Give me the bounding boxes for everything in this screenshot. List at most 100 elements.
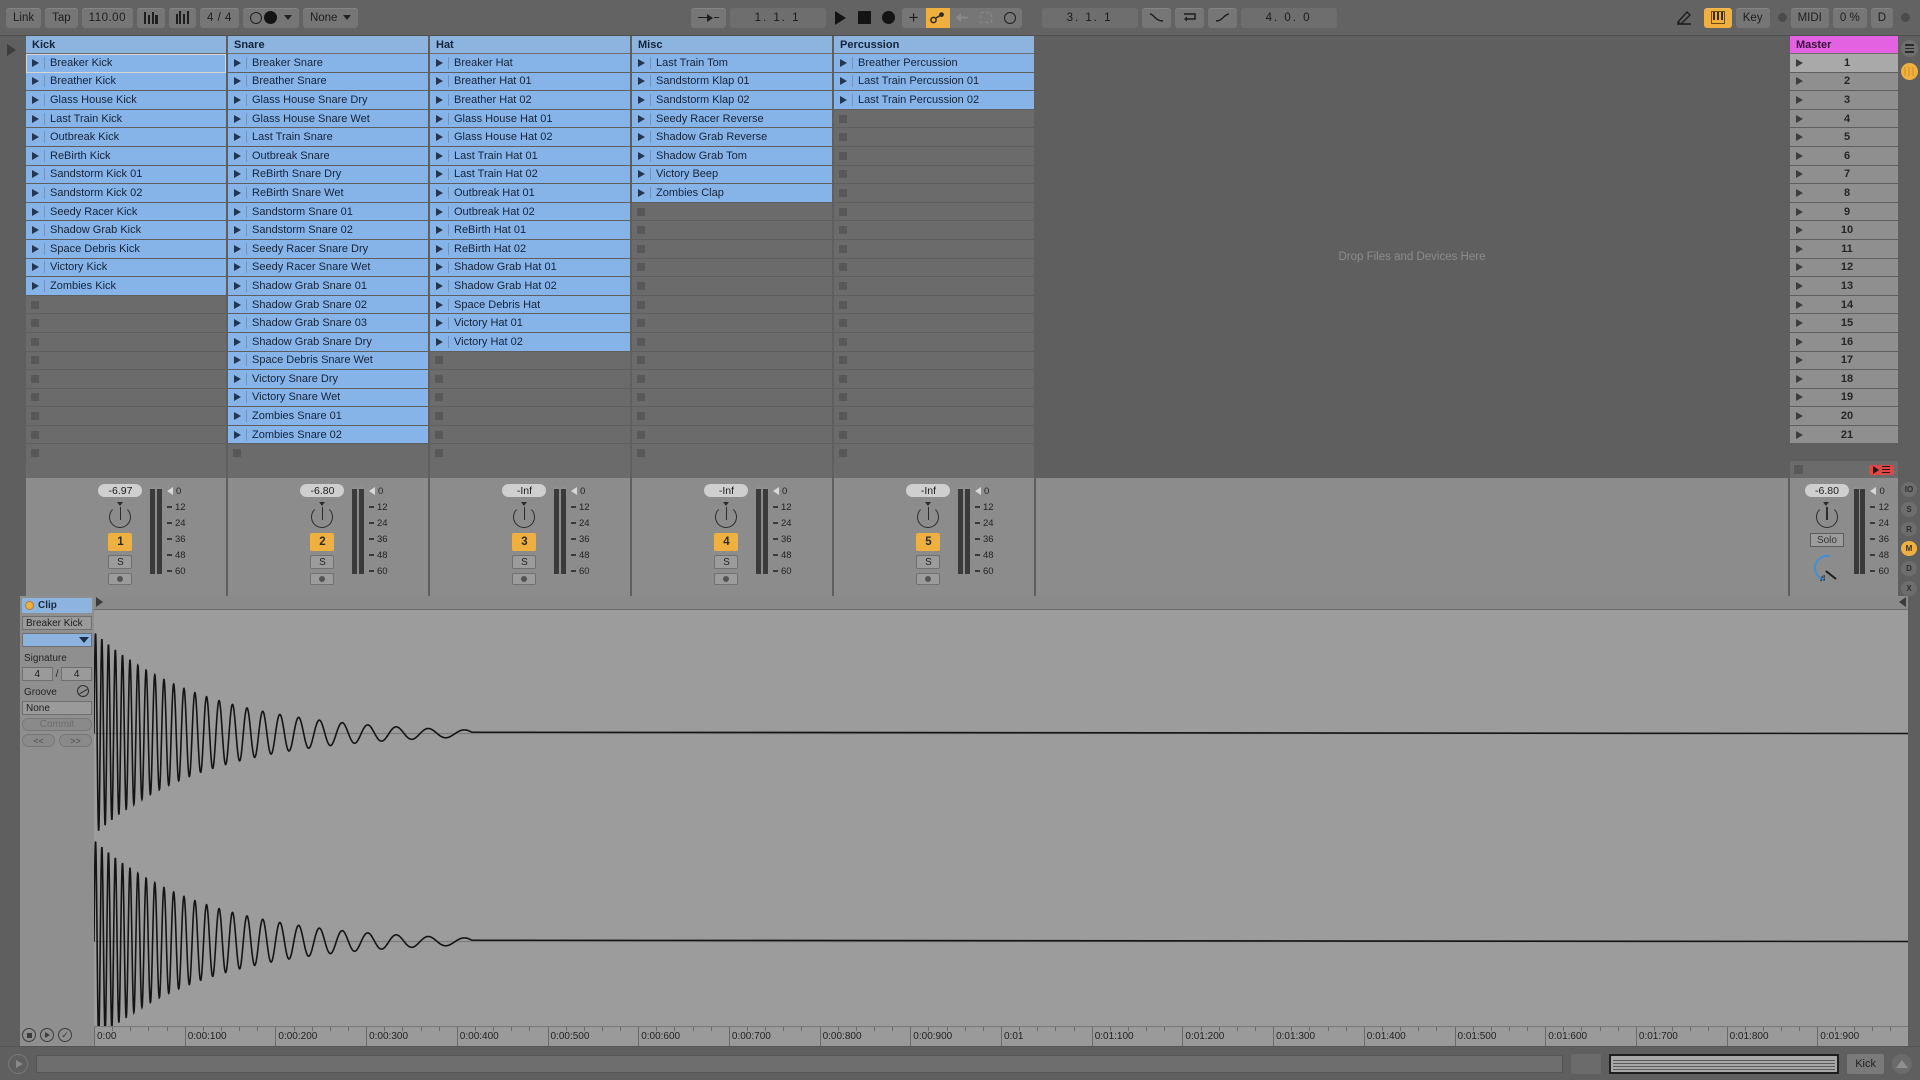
- track-pan-knob[interactable]: [915, 502, 941, 529]
- clip-slot[interactable]: Sandstorm Kick 02: [26, 184, 226, 203]
- clip-stop-icon[interactable]: [632, 296, 650, 314]
- stop-icon[interactable]: [854, 8, 876, 28]
- empty-clip-slot[interactable]: [834, 351, 1034, 371]
- arm-record-button[interactable]: [714, 573, 739, 585]
- clip-play-icon[interactable]: [228, 407, 246, 425]
- clip-panel-header[interactable]: Clip: [22, 598, 92, 613]
- record-icon[interactable]: [878, 8, 900, 28]
- pencil-icon[interactable]: [1669, 8, 1700, 28]
- clip-stop-icon[interactable]: [26, 426, 44, 444]
- waveform-markers-bar[interactable]: [94, 596, 1908, 610]
- track-activator-button[interactable]: 1: [108, 533, 133, 551]
- track-name-kick[interactable]: Kick: [26, 36, 226, 54]
- arrangement-overview[interactable]: [1609, 1053, 1840, 1074]
- clip-play-icon[interactable]: [430, 146, 448, 165]
- clip-slot[interactable]: Seedy Racer Snare Dry: [228, 239, 428, 259]
- clip-play-icon[interactable]: [228, 146, 246, 165]
- mixer-sections-icon[interactable]: [1900, 40, 1918, 57]
- fade-in-icon[interactable]: [1141, 7, 1171, 28]
- clip-slot[interactable]: Shadow Grab Hat 01: [430, 258, 630, 278]
- clip-stop-icon[interactable]: [632, 259, 650, 277]
- signature-denominator[interactable]: 4: [61, 667, 92, 681]
- clip-stop-icon[interactable]: [26, 296, 44, 314]
- tap-tempo-button[interactable]: Tap: [45, 7, 78, 28]
- clip-play-icon[interactable]: [228, 54, 246, 72]
- clip-slot[interactable]: Victory Snare Dry: [228, 370, 428, 389]
- clip-stop-icon[interactable]: [834, 333, 852, 351]
- clip-play-icon[interactable]: [430, 128, 448, 146]
- in-out-icon[interactable]: IO: [1901, 482, 1917, 497]
- clip-slot[interactable]: Shadow Grab Tom: [632, 146, 832, 166]
- clip-play-icon[interactable]: [632, 165, 650, 184]
- empty-clip-slot[interactable]: [632, 351, 832, 371]
- clip-stop-icon[interactable]: [834, 444, 852, 461]
- clip-slot[interactable]: Sandstorm Snare 01: [228, 202, 428, 222]
- empty-clip-slot[interactable]: [26, 314, 226, 333]
- clip-stop-icon[interactable]: [632, 352, 650, 370]
- arm-record-button[interactable]: [512, 573, 537, 585]
- clip-play-icon[interactable]: [26, 91, 44, 109]
- track-pan-knob[interactable]: [309, 502, 335, 529]
- empty-clip-slot[interactable]: [834, 258, 1034, 278]
- clip-stop-icon[interactable]: [834, 240, 852, 258]
- clip-slot[interactable]: Seedy Racer Kick: [26, 202, 226, 222]
- expand-up-icon[interactable]: [1892, 1053, 1912, 1074]
- clip-slot[interactable]: Zombies Snare 02: [228, 425, 428, 445]
- empty-clip-slot[interactable]: [834, 239, 1034, 259]
- arm-record-button[interactable]: [108, 573, 133, 585]
- clip-play-icon[interactable]: [430, 239, 448, 258]
- clip-play-icon[interactable]: [834, 54, 852, 72]
- clip-play-icon[interactable]: [228, 221, 246, 239]
- scene-launch-icon[interactable]: [1790, 393, 1808, 402]
- clip-slot[interactable]: Sandstorm Klap 02: [632, 91, 832, 110]
- clip-slot[interactable]: Zombies Snare 01: [228, 407, 428, 426]
- clip-slot[interactable]: ReBirth Snare Dry: [228, 165, 428, 185]
- track-activator-button[interactable]: 3: [512, 533, 537, 551]
- track-pan-knob[interactable]: [713, 502, 739, 529]
- clip-play-icon[interactable]: [430, 221, 448, 239]
- clip-slot[interactable]: Outbreak Hat 02: [430, 202, 630, 222]
- scene-launch-icon[interactable]: [1790, 412, 1808, 421]
- clip-play-icon[interactable]: [26, 165, 44, 184]
- scene-row[interactable]: 19: [1790, 388, 1898, 408]
- clip-stop-icon[interactable]: [632, 333, 650, 351]
- scene-launch-icon[interactable]: [1790, 226, 1808, 235]
- clip-slot[interactable]: Shadow Grab Snare 02: [228, 295, 428, 315]
- scene-row[interactable]: 13: [1790, 277, 1898, 296]
- solo-button[interactable]: S: [512, 555, 537, 569]
- clip-play-icon[interactable]: [228, 72, 246, 91]
- empty-clip-slot[interactable]: [632, 295, 832, 315]
- clip-slot[interactable]: Shadow Grab Snare 01: [228, 277, 428, 296]
- groove-pool-icon[interactable]: [77, 685, 89, 697]
- midi-arm-icon[interactable]: [998, 8, 1022, 28]
- clip-slot[interactable]: Breather Hat 02: [430, 91, 630, 110]
- crossfade-toggle-icon[interactable]: X: [1901, 581, 1917, 596]
- clip-play-icon[interactable]: [26, 54, 44, 72]
- clip-slot[interactable]: Sandstorm Kick 01: [26, 165, 226, 185]
- clip-play-icon[interactable]: [26, 258, 44, 277]
- help-view-icon[interactable]: [8, 1053, 28, 1074]
- clip-stop-icon[interactable]: [430, 444, 448, 461]
- fade-out-icon[interactable]: [1207, 7, 1237, 28]
- clip-stop-icon[interactable]: [632, 277, 650, 295]
- track-volume-value[interactable]: -Inf: [906, 484, 951, 497]
- empty-clip-slot[interactable]: [430, 351, 630, 371]
- link-button[interactable]: Link: [6, 7, 42, 28]
- clip-stop-icon[interactable]: [834, 203, 852, 221]
- empty-clip-slot[interactable]: [834, 128, 1034, 147]
- clip-stop-icon[interactable]: [430, 370, 448, 388]
- sends-icon[interactable]: S: [1901, 501, 1917, 517]
- clip-play-icon[interactable]: [430, 109, 448, 128]
- clip-slot[interactable]: Breather Hat 01: [430, 72, 630, 92]
- empty-clip-slot[interactable]: [834, 332, 1034, 352]
- empty-clip-slot[interactable]: [430, 388, 630, 408]
- clip-slot[interactable]: Zombies Kick: [26, 277, 226, 296]
- clip-slot[interactable]: Outbreak Snare: [228, 146, 428, 166]
- empty-clip-slot[interactable]: [632, 239, 832, 259]
- loop-end-marker-icon[interactable]: [1899, 597, 1906, 607]
- track-name-percussion[interactable]: Percussion: [834, 36, 1034, 54]
- cue-volume-knob[interactable]: ♬: [1808, 549, 1846, 587]
- master-stop-slot[interactable]: [1794, 465, 1803, 474]
- scene-row[interactable]: 15: [1790, 314, 1898, 333]
- empty-clip-slot[interactable]: [834, 425, 1034, 445]
